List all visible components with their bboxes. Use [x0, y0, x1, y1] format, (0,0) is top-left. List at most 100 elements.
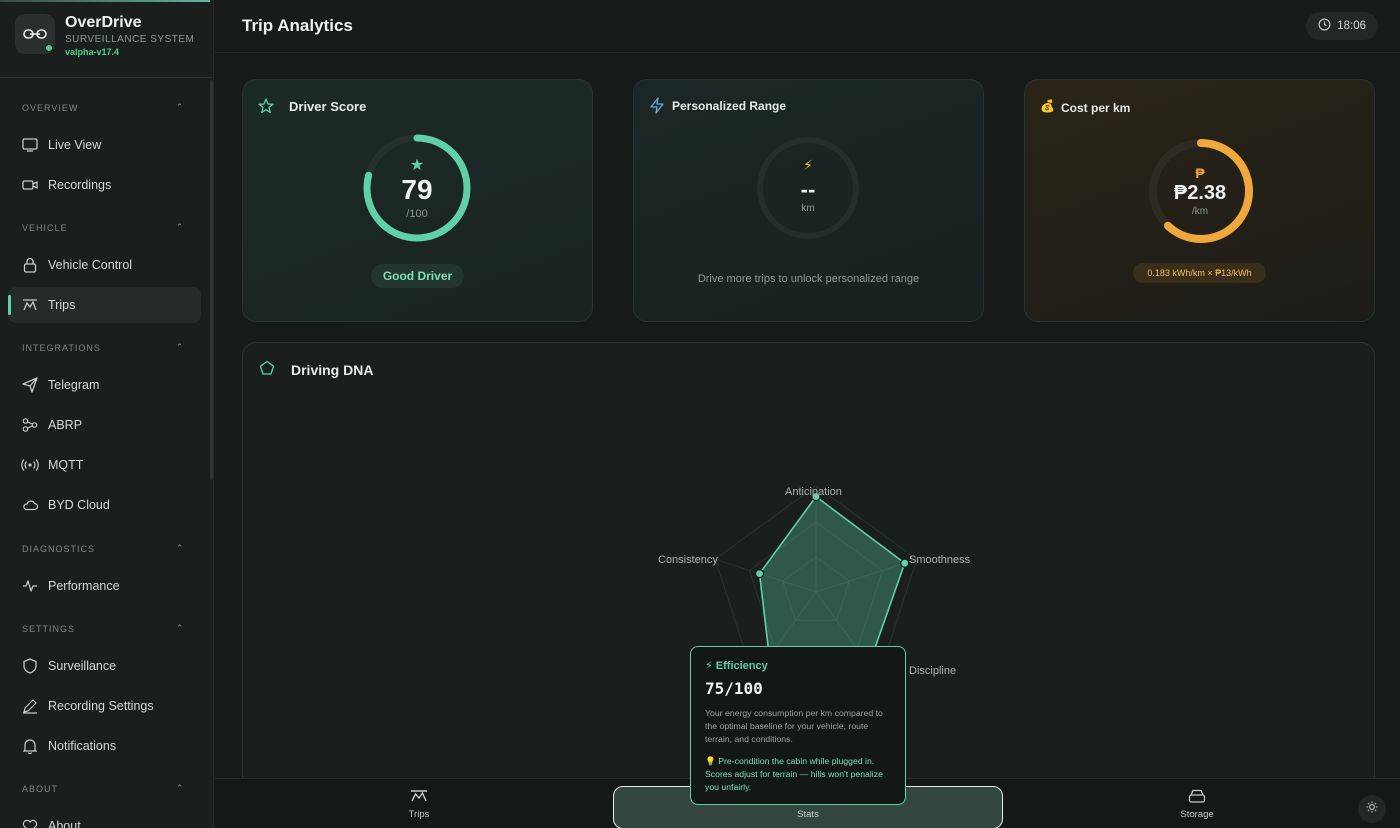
range-title: Personalized Range — [672, 99, 787, 113]
share-nodes-icon — [21, 416, 39, 434]
peso-icon: ₱ — [1195, 165, 1205, 181]
sidebar-item-telegram[interactable]: Telegram — [8, 367, 201, 403]
cost-value: ₱2.38 — [1173, 182, 1227, 204]
lightning-icon — [649, 97, 665, 119]
sidebar-item-label: BYD Cloud — [48, 498, 110, 512]
broadcast-icon — [21, 456, 39, 474]
page-title: Trip Analytics — [242, 16, 353, 35]
tooltip-title: ⚡ Efficiency — [705, 660, 768, 672]
online-status-dot — [45, 44, 53, 52]
section-overview[interactable]: OVERVIEW — [22, 103, 78, 113]
sidebar-item-recording-settings[interactable]: Recording Settings — [8, 688, 201, 724]
chevron-up-icon[interactable]: ⌃ — [176, 543, 184, 554]
bottom-nav-label: Stats — [797, 808, 819, 820]
lightning-icon: ⚡ — [803, 157, 813, 173]
brand-title: OverDrive — [65, 14, 142, 31]
sidebar-item-label: Vehicle Control — [48, 258, 133, 272]
sun-icon — [1366, 800, 1378, 818]
pulse-icon — [21, 577, 39, 595]
heart-icon — [21, 817, 39, 828]
driver-score-title: Driver Score — [289, 99, 367, 114]
bell-icon — [21, 737, 39, 755]
driver-rating-badge: Good Driver — [371, 264, 464, 288]
sidebar-item-mqtt[interactable]: MQTT — [8, 447, 201, 483]
star-icon — [258, 98, 274, 119]
shield-icon — [21, 657, 39, 675]
radar-axis-label: Consistency — [658, 554, 718, 566]
radar-score-area — [758, 495, 906, 666]
chevron-up-icon[interactable]: ⌃ — [176, 342, 184, 353]
radar-axis-label: Anticipation — [785, 486, 842, 498]
sidebar-item-notifications[interactable]: Notifications — [8, 728, 201, 764]
send-icon — [21, 376, 39, 394]
clock-time: 18:06 — [1337, 20, 1366, 32]
video-camera-icon — [21, 176, 39, 194]
route-icon — [410, 789, 428, 806]
radar-axis-label: Discipline — [909, 665, 957, 677]
bottom-nav-storage[interactable]: Storage — [1137, 779, 1257, 828]
sidebar-item-label: Recording Settings — [48, 699, 154, 713]
section-settings[interactable]: SETTINGS — [22, 624, 75, 634]
radar-point-consistency[interactable] — [754, 569, 765, 579]
sidebar-item-recordings[interactable]: Recordings — [8, 167, 201, 203]
bottom-nav-label: Trips — [408, 808, 430, 820]
cost-formula-note: 0.183 kWh/km × ₱13/kWh — [1133, 263, 1266, 283]
tooltip-description: Your energy consumption per km compared … — [705, 708, 883, 744]
range-message: Drive more trips to unlock personalized … — [697, 273, 920, 285]
sidebar-item-about[interactable]: About — [8, 808, 201, 828]
cloud-icon — [21, 496, 39, 514]
cost-unit: /km — [1191, 206, 1209, 217]
radar-point-smoothness[interactable] — [900, 558, 910, 568]
pen-icon — [21, 697, 39, 715]
sidebar-item-live-view[interactable]: Live View — [8, 127, 201, 163]
tooltip-score: 75/100 — [705, 679, 763, 698]
theme-toggle-button[interactable] — [1358, 795, 1386, 823]
monitor-icon — [21, 136, 39, 154]
sidebar-item-label: Surveillance — [48, 659, 117, 673]
lock-icon — [21, 256, 39, 274]
sidebar-item-trips[interactable]: Trips — [8, 287, 201, 323]
cost-title: Cost per km — [1061, 101, 1131, 115]
radar-axis-label: Smoothness — [909, 554, 971, 566]
efficiency-tooltip: ⚡ Efficiency 75/100 Your energy consumpt… — [690, 646, 906, 805]
chevron-up-icon[interactable]: ⌃ — [176, 623, 184, 634]
bottom-nav-trips[interactable]: Trips — [359, 779, 479, 828]
sidebar-scrollbar[interactable] — [210, 80, 213, 480]
clock-pill: 18:06 — [1306, 12, 1378, 40]
tooltip-tip: 💡 Pre-condition the cabin while plugged … — [705, 756, 883, 792]
bottom-nav-label: Storage — [1180, 808, 1214, 820]
section-vehicle[interactable]: VEHICLE — [22, 223, 68, 233]
brand-header: OverDrive SURVEILLANCE SYSTEM valpha-v17… — [0, 0, 213, 78]
range-value: -- — [800, 177, 816, 202]
chevron-up-icon[interactable]: ⌃ — [176, 102, 184, 113]
brand-subtitle: SURVEILLANCE SYSTEM — [65, 34, 195, 45]
chevron-up-icon[interactable]: ⌃ — [176, 783, 184, 794]
driver-score-max: /100 — [406, 208, 428, 220]
sidebar-item-label: Telegram — [48, 378, 100, 392]
sidebar-item-performance[interactable]: Performance — [8, 568, 201, 604]
sidebar-item-label: Live View — [48, 138, 102, 152]
sidebar-item-label: MQTT — [48, 458, 84, 472]
sidebar-item-label: Trips — [48, 298, 76, 312]
chevron-up-icon[interactable]: ⌃ — [176, 222, 184, 233]
sidebar-item-label: About — [48, 819, 81, 828]
clock-icon — [1318, 18, 1331, 34]
page-header: Trip Analytics 18:06 — [215, 0, 1400, 53]
money-bag-icon: 💰 — [1040, 99, 1055, 113]
range-unit: km — [801, 203, 815, 214]
section-about[interactable]: ABOUT — [22, 784, 58, 794]
driver-score-value: 79 — [401, 174, 433, 205]
brand-version: valpha-v17.4 — [65, 47, 120, 57]
section-integrations[interactable]: INTEGRATIONS — [22, 343, 101, 353]
sidebar: OverDrive SURVEILLANCE SYSTEM valpha-v17… — [0, 0, 214, 828]
sidebar-item-surveillance[interactable]: Surveillance — [8, 648, 201, 684]
sidebar-item-label: Performance — [48, 579, 120, 593]
sidebar-item-byd-cloud[interactable]: BYD Cloud — [8, 487, 201, 523]
route-icon — [21, 296, 39, 314]
sidebar-item-label: Notifications — [48, 739, 117, 753]
section-diagnostics[interactable]: DIAGNOSTICS — [22, 544, 95, 554]
sidebar-item-vehicle-control[interactable]: Vehicle Control — [8, 247, 201, 283]
hard-drive-icon — [1188, 789, 1206, 806]
sidebar-item-label: ABRP — [48, 418, 83, 432]
sidebar-item-abrp[interactable]: ABRP — [8, 407, 201, 443]
